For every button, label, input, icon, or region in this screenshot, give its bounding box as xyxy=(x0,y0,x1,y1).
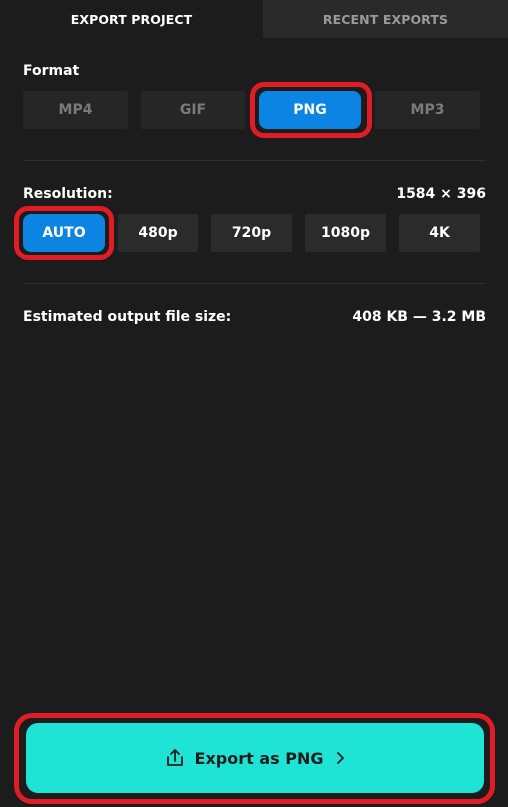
share-upload-icon xyxy=(165,748,185,768)
resolution-option-720p[interactable]: 720p xyxy=(211,214,292,252)
tab-export-project[interactable]: EXPORT PROJECT xyxy=(0,0,263,38)
resolution-option-480p[interactable]: 480p xyxy=(118,214,198,252)
resolution-option-1080p[interactable]: 1080p xyxy=(305,214,386,252)
resolution-dimensions: 1584 × 396 xyxy=(396,186,486,202)
export-button[interactable]: Export as PNG xyxy=(26,723,484,793)
export-button-label: Export as PNG xyxy=(194,748,324,768)
format-label: Format xyxy=(23,63,80,79)
format-option-png[interactable]: PNG xyxy=(259,91,361,129)
tab-bar: EXPORT PROJECT RECENT EXPORTS xyxy=(0,0,508,38)
file-size-value: 408 KB — 3.2 MB xyxy=(352,309,486,325)
divider xyxy=(23,160,486,161)
divider xyxy=(23,283,486,284)
tab-recent-exports[interactable]: RECENT EXPORTS xyxy=(263,0,508,38)
format-option-mp4[interactable]: MP4 xyxy=(23,91,128,129)
format-option-mp3[interactable]: MP3 xyxy=(375,91,480,129)
format-option-gif[interactable]: GIF xyxy=(141,91,245,129)
resolution-label: Resolution: xyxy=(23,186,113,202)
resolution-option-4k[interactable]: 4K xyxy=(399,214,480,252)
file-size-label: Estimated output file size: xyxy=(23,309,232,325)
resolution-option-auto[interactable]: AUTO xyxy=(23,214,105,252)
chevron-right-icon xyxy=(335,751,345,765)
